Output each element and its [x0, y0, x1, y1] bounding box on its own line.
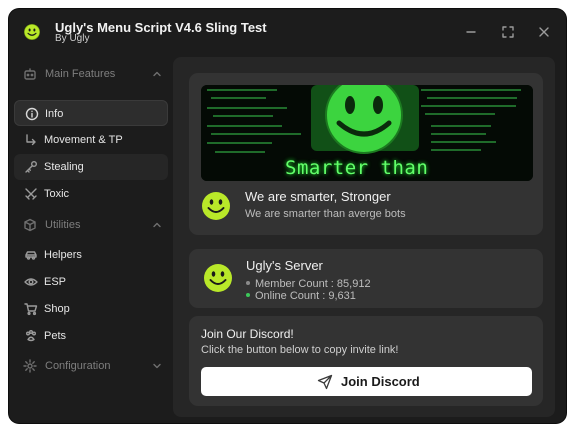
sidebar-group-main-features[interactable]: Main Features — [14, 61, 169, 87]
sidebar-item-label: ESP — [44, 276, 67, 288]
title-bar[interactable]: Ugly's Menu Script V4.6 Sling Test By Ug… — [9, 9, 566, 55]
sidebar-item-label: Movement & TP — [44, 134, 123, 146]
chevron-up-icon — [153, 71, 161, 77]
sidebar-group-label: Configuration — [45, 360, 111, 372]
discord-description: Click the button below to copy invite li… — [201, 344, 399, 356]
sidebar-group-configuration[interactable]: Configuration — [14, 353, 169, 379]
server-name: Ugly's Server — [246, 258, 323, 273]
window-subtitle: By Ugly — [55, 33, 90, 44]
hacker-smiley-banner: Smarter than — [201, 85, 533, 181]
banner-caption: Smarter than — [285, 157, 429, 179]
sidebar-item-label: Helpers — [44, 249, 82, 261]
sidebar-item-movement-tp[interactable]: Movement & TP — [14, 127, 168, 153]
sidebar-item-label: Pets — [44, 330, 67, 342]
online-status-dot — [246, 293, 250, 298]
app-window: Ugly's Menu Script V4.6 Sling Test By Ug… — [9, 9, 566, 423]
gear-icon — [23, 359, 37, 373]
sidebar-item-stealing[interactable]: Stealing — [14, 154, 168, 180]
corner-arrow-icon — [26, 134, 36, 146]
sidebar-group-label: Utilities — [45, 219, 81, 231]
online-count-text: Online Count : 9,631 — [255, 290, 356, 302]
cart-icon — [24, 303, 38, 316]
sidebar-item-toxic[interactable]: Toxic — [14, 181, 168, 207]
info-heading: We are smarter, Stronger — [245, 189, 391, 204]
server-card: Ugly's Server Member Count : 85,912 Onli… — [189, 249, 543, 308]
sidebar-group-label: Main Features — [45, 68, 116, 80]
join-discord-label: Join Discord — [341, 374, 420, 389]
swords-icon — [25, 188, 37, 200]
sidebar-item-label: Shop — [44, 303, 70, 315]
info-card: Smarter than We are smarter, Stronger We… — [189, 73, 543, 235]
discord-card: Join Our Discord! Click the button below… — [189, 316, 543, 406]
sidebar-item-info[interactable]: Info — [14, 100, 168, 126]
member-status-dot — [246, 281, 250, 286]
minimize-icon — [466, 31, 476, 33]
sidebar-item-label: Toxic — [44, 188, 70, 200]
car-icon — [25, 251, 37, 260]
smiley-logo-icon — [24, 24, 40, 40]
member-count-text: Member Count : 85,912 — [255, 278, 371, 290]
chevron-up-icon — [153, 222, 161, 228]
sidebar-item-label: Stealing — [44, 161, 84, 173]
paw-icon — [26, 330, 36, 342]
eye-icon — [24, 278, 38, 286]
robot-icon — [24, 68, 36, 80]
sidebar-item-label: Info — [45, 108, 64, 120]
minimize-button[interactable] — [461, 22, 481, 42]
join-discord-button[interactable]: Join Discord — [201, 367, 532, 396]
member-count: Member Count : 85,912 — [246, 278, 371, 290]
discord-heading: Join Our Discord! — [201, 327, 294, 341]
key-icon — [25, 161, 37, 173]
online-count: Online Count : 9,631 — [246, 290, 356, 302]
sidebar-item-shop[interactable]: Shop — [14, 296, 168, 322]
info-description: We are smarter than averge bots — [245, 208, 406, 220]
main-content: Smarter than We are smarter, Stronger We… — [173, 57, 555, 417]
sidebar-item-pets[interactable]: Pets — [14, 323, 168, 349]
maximize-button[interactable] — [498, 22, 518, 42]
close-button[interactable] — [534, 22, 554, 42]
sidebar-group-utilities[interactable]: Utilities — [14, 212, 169, 238]
sidebar-item-esp[interactable]: ESP — [14, 269, 168, 295]
send-icon — [317, 374, 333, 390]
close-icon — [539, 27, 549, 37]
cube-icon — [24, 218, 36, 232]
maximize-icon — [502, 26, 514, 38]
smiley-icon — [204, 264, 232, 292]
sidebar-item-helpers[interactable]: Helpers — [14, 242, 168, 268]
smiley-icon — [202, 192, 230, 220]
chevron-down-icon — [153, 363, 161, 369]
info-icon — [25, 107, 39, 121]
